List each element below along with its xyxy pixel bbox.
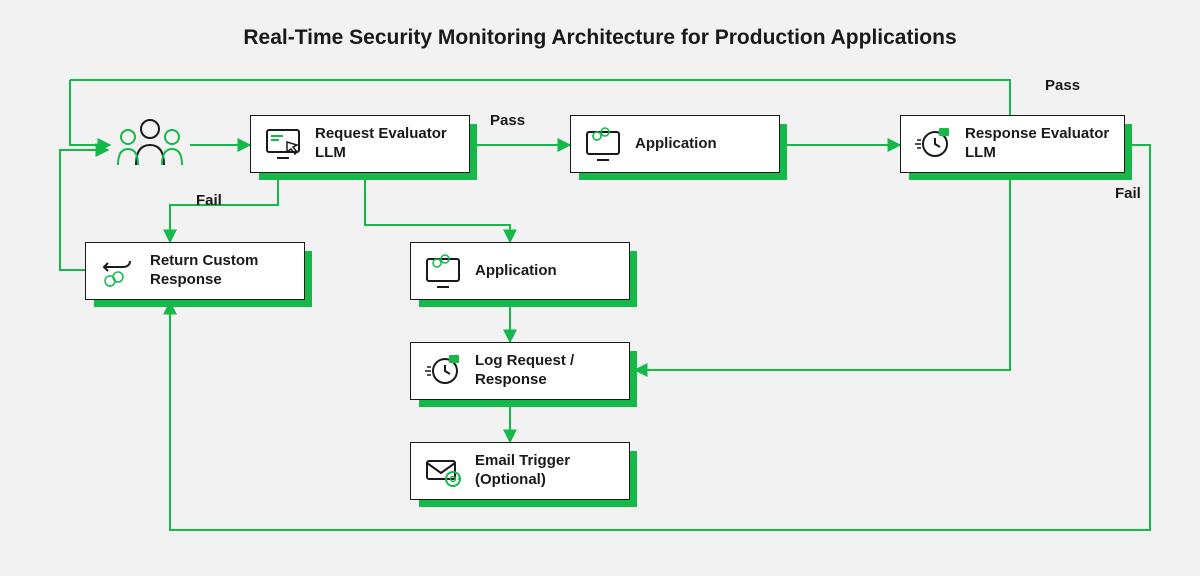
app-screen-icon [423, 251, 463, 291]
edge-label-fail-right: Fail [1115, 185, 1141, 202]
users-icon [110, 115, 190, 175]
node-response-evaluator: Response Evaluator LLM [900, 115, 1125, 173]
edge-label-pass-right: Pass [1045, 77, 1080, 94]
node-log-request: Log Request / Response [410, 342, 630, 400]
edge-label-pass-top: Pass [490, 112, 525, 129]
node-return-custom: Return Custom Response [85, 242, 305, 300]
node-label: Return Custom Response [150, 252, 292, 290]
node-email-trigger: Email Trigger (Optional) [410, 442, 630, 500]
node-label: Request Evaluator LLM [315, 125, 457, 163]
node-application-mid: Application [410, 242, 630, 300]
node-label: Log Request / Response [475, 352, 617, 390]
node-request-evaluator: Request Evaluator LLM [250, 115, 470, 173]
clock-icon [423, 351, 463, 391]
node-application-top: Application [570, 115, 780, 173]
node-label: Email Trigger (Optional) [475, 452, 617, 490]
clock-icon [913, 124, 953, 164]
diagram-title: Real-Time Security Monitoring Architectu… [0, 0, 1200, 50]
return-icon [98, 251, 138, 291]
app-screen-icon [583, 124, 623, 164]
edge-label-fail-left: Fail [196, 192, 222, 209]
node-label: Response Evaluator LLM [965, 125, 1112, 163]
node-label: Application [475, 262, 557, 281]
click-screen-icon [263, 124, 303, 164]
diagram-canvas: Request Evaluator LLM Application Respon… [30, 70, 1170, 550]
node-label: Application [635, 135, 717, 154]
email-icon [423, 451, 463, 491]
